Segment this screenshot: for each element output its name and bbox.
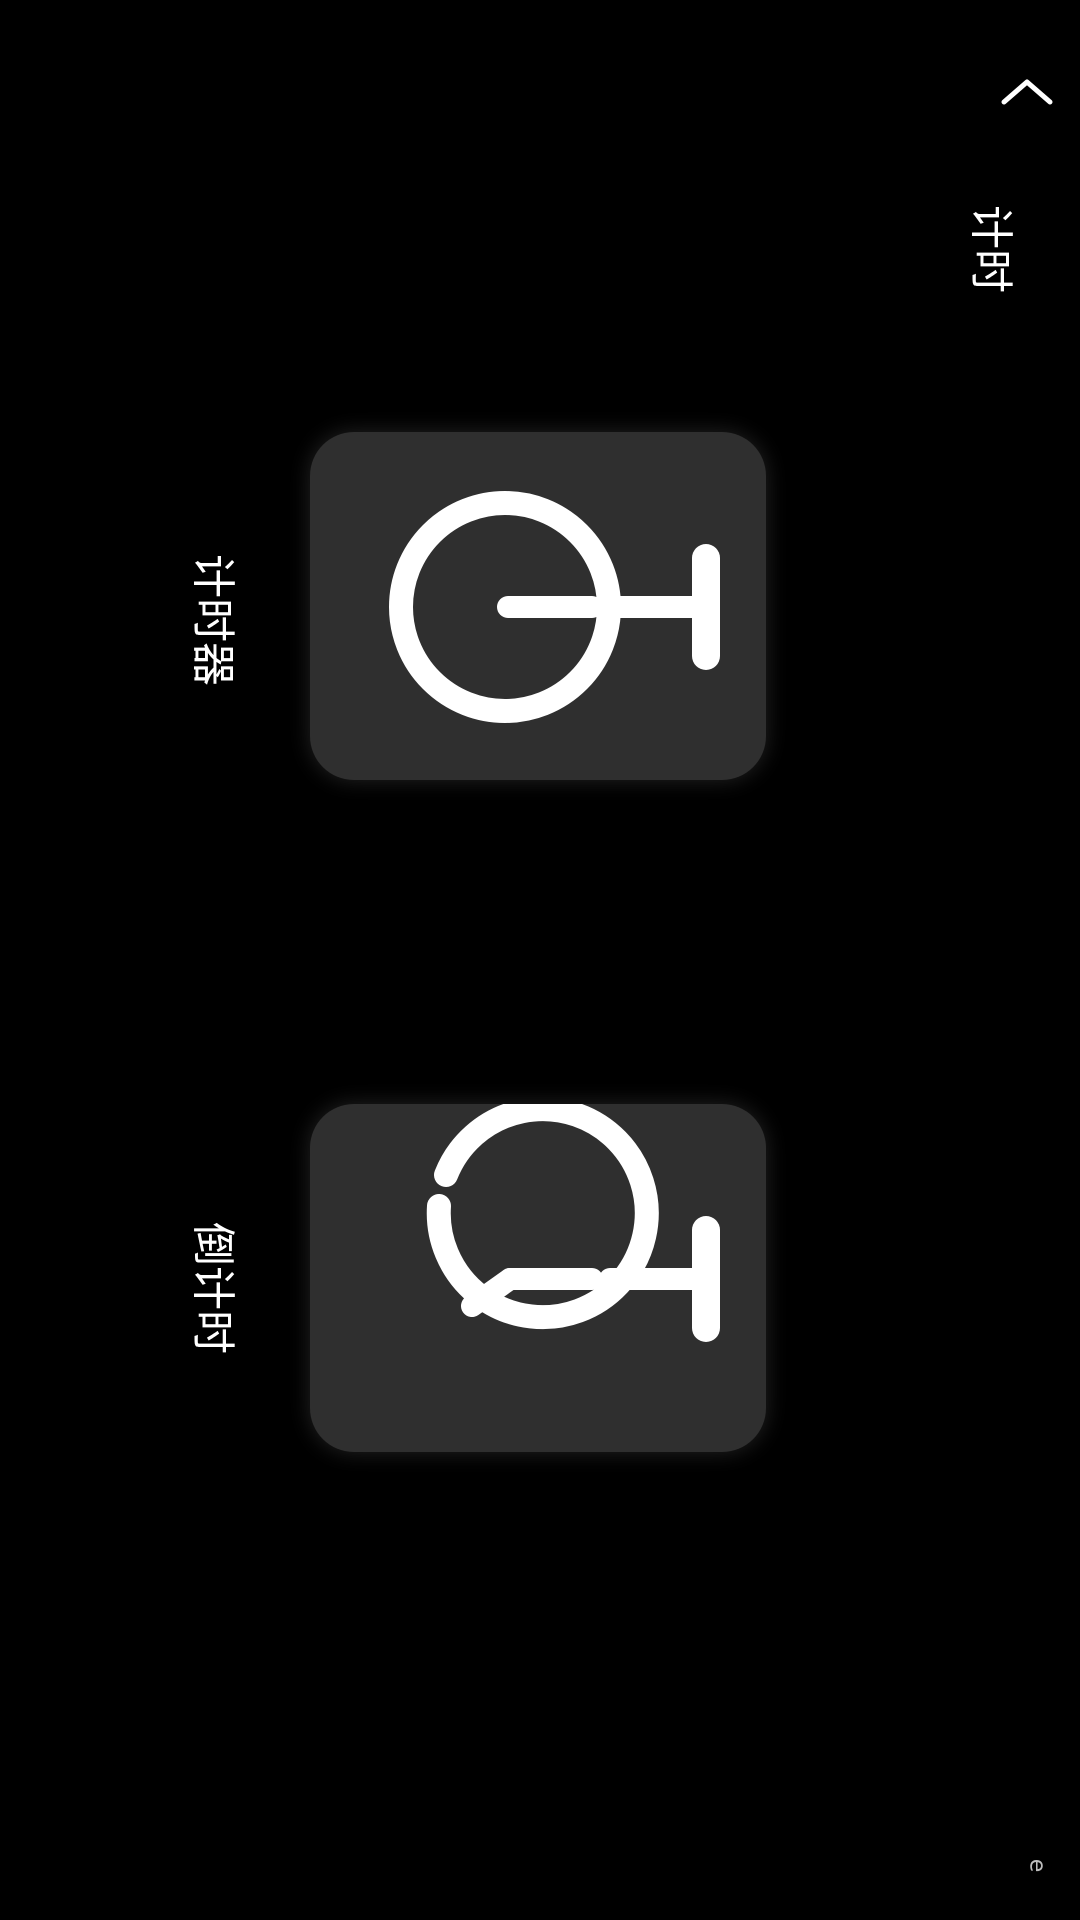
timer-card[interactable]: [310, 432, 766, 780]
timer-label: 计时器: [187, 554, 238, 686]
countdown-label: 倒计时: [187, 1222, 238, 1354]
page-title: 计时: [965, 205, 1016, 293]
header: 计时: [965, 70, 1062, 293]
stopwatch-icon: [389, 491, 720, 723]
chevron-up-icon[interactable]: [992, 70, 1062, 120]
countdown-card[interactable]: [310, 1104, 766, 1452]
timer-icon: [426, 1104, 720, 1342]
corner-mark: e: [1024, 1858, 1050, 1873]
